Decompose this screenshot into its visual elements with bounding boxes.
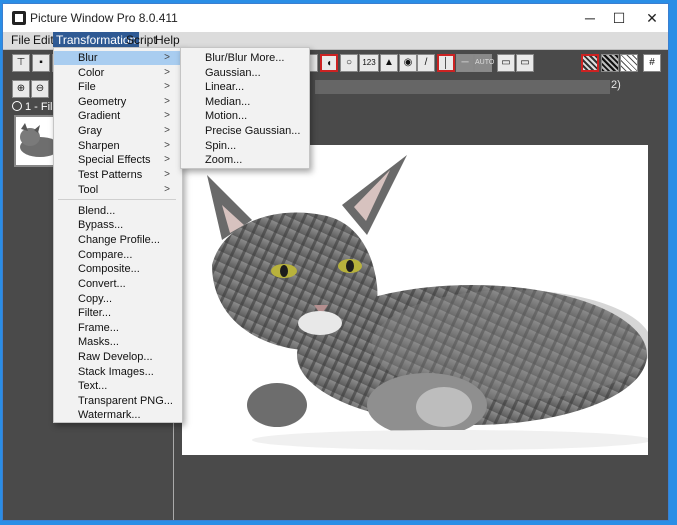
menu-item-blend[interactable]: Blend... — [54, 204, 180, 218]
menu-item-watermark[interactable]: Watermark... — [54, 408, 180, 422]
menu-item-color[interactable]: Color > — [54, 66, 180, 80]
file-label[interactable]: 1 - File — [12, 101, 59, 113]
info-bar — [315, 80, 610, 94]
menu-item-label: Special Effects — [78, 154, 151, 166]
menu-item-file[interactable]: File > — [54, 80, 180, 94]
transformation-menu: Blur > Color > File > Geometry > Gradient > G… — [53, 47, 183, 423]
menu-item-special-effects[interactable]: Special Effects > — [54, 153, 180, 167]
menu-item-motion[interactable]: Motion... — [181, 109, 307, 123]
minimize-button[interactable]: ─ — [576, 6, 604, 30]
menu-item-gray[interactable]: Gray > — [54, 124, 180, 138]
chevron-right-icon: > — [164, 125, 170, 136]
menu-item-raw-develop[interactable]: Raw Develop... — [54, 350, 180, 364]
grid-icon[interactable]: # — [643, 54, 661, 72]
counter-icon[interactable]: 123 — [359, 54, 379, 72]
menu-item-label: Tool — [78, 184, 99, 196]
chevron-right-icon: > — [164, 110, 170, 121]
view-mode-icon[interactable]: ▭ — [497, 54, 515, 72]
menu-item-composite[interactable]: Composite... — [54, 262, 180, 276]
split-vertical-icon[interactable]: │ — [437, 54, 455, 72]
menu-item-transparent-png[interactable]: Transparent PNG... — [54, 394, 180, 408]
chevron-right-icon: > — [164, 169, 170, 180]
menu-item-tool[interactable]: Tool > — [54, 183, 180, 197]
split-horizontal-icon[interactable]: ─ — [456, 54, 474, 72]
radio-icon[interactable] — [12, 101, 22, 111]
maximize-button[interactable]: ☐ — [605, 6, 633, 30]
menu-item-label: Gradient — [78, 110, 121, 122]
menu-item-stack-images[interactable]: Stack Images... — [54, 365, 180, 379]
palette-icon[interactable]: ◉ — [399, 54, 417, 72]
menu-separator — [58, 199, 176, 200]
menu-item-frame[interactable]: Frame... — [54, 321, 180, 335]
auto-button[interactable]: AUTO — [474, 54, 494, 72]
mask-overlay-icon[interactable] — [581, 54, 599, 72]
menu-item-gaussian[interactable]: Gaussian... — [181, 66, 307, 80]
menu-item-test-patterns[interactable]: Test Patterns > — [54, 168, 180, 182]
menu-item-precise-gaussian[interactable]: Precise Gaussian... — [181, 124, 307, 138]
menu-item-label: Geometry — [78, 96, 127, 108]
menu-item-label: Color — [78, 67, 105, 79]
menu-item-blur-more[interactable]: Blur/Blur More... — [181, 51, 307, 65]
close-button[interactable]: ✕ — [638, 6, 666, 30]
menu-item-compare[interactable]: Compare... — [54, 248, 180, 262]
app-icon — [12, 11, 26, 25]
menu-item-copy[interactable]: Copy... — [54, 292, 180, 306]
blur-submenu: Blur/Blur More... Gaussian... Linear... … — [180, 47, 310, 169]
menu-item-blur[interactable]: Blur > — [54, 51, 180, 65]
menu-item-spin[interactable]: Spin... — [181, 139, 307, 153]
menu-item-median[interactable]: Median... — [181, 95, 307, 109]
view-mode-icon[interactable]: ▭ — [516, 54, 534, 72]
menu-item-zoom[interactable]: Zoom... — [181, 153, 307, 167]
menu-item-label: Test Patterns — [78, 169, 143, 181]
menu-item-convert[interactable]: Convert... — [54, 277, 180, 291]
menu-item-linear[interactable]: Linear... — [181, 80, 307, 94]
menu-item-geometry[interactable]: Geometry > — [54, 95, 180, 109]
pencil-icon[interactable]: / — [417, 54, 435, 72]
histogram-icon[interactable]: ▲ — [380, 54, 398, 72]
zoom-out-icon[interactable]: ⊖ — [31, 80, 49, 98]
mouse-icon[interactable]: ◖ — [320, 54, 338, 72]
menu-item-label: Gray — [78, 125, 102, 137]
menu-item-filter[interactable]: Filter... — [54, 306, 180, 320]
menu-item-label: File — [78, 81, 96, 93]
status-text: 2) — [611, 79, 621, 91]
window-title: Picture Window Pro 8.0.411 — [30, 11, 178, 25]
menu-item-label: Blur — [78, 52, 98, 64]
cat-image — [182, 145, 648, 455]
menu-item-text[interactable]: Text... — [54, 379, 180, 393]
chevron-right-icon: > — [164, 154, 170, 165]
menu-item-label: Sharpen — [78, 140, 120, 152]
magnifier-icon[interactable]: ○ — [340, 54, 358, 72]
menu-item-masks[interactable]: Masks... — [54, 335, 180, 349]
image-canvas[interactable] — [182, 145, 648, 455]
title-bar: Picture Window Pro 8.0.411 ─ ☐ ✕ — [3, 4, 668, 32]
mask-overlay-icon[interactable] — [620, 54, 638, 72]
menu-item-change-profile[interactable]: Change Profile... — [54, 233, 180, 247]
mask-overlay-icon[interactable] — [601, 54, 619, 72]
chevron-right-icon: > — [164, 67, 170, 78]
chevron-right-icon: > — [164, 96, 170, 107]
chevron-right-icon: > — [164, 140, 170, 151]
menu-item-bypass[interactable]: Bypass... — [54, 218, 180, 232]
chevron-right-icon: > — [164, 184, 170, 195]
menu-item-gradient[interactable]: Gradient > — [54, 109, 180, 123]
open-icon[interactable]: ▪ — [32, 54, 50, 72]
chevron-right-icon: > — [164, 81, 170, 92]
chevron-right-icon: > — [164, 52, 170, 63]
menu-item-sharpen[interactable]: Sharpen > — [54, 139, 180, 153]
new-window-icon[interactable]: ⊤ — [12, 54, 30, 72]
app-window: Picture Window Pro 8.0.411 ─ ☐ ✕ File Ed… — [2, 3, 669, 521]
zoom-in-icon[interactable]: ⊕ — [12, 80, 30, 98]
